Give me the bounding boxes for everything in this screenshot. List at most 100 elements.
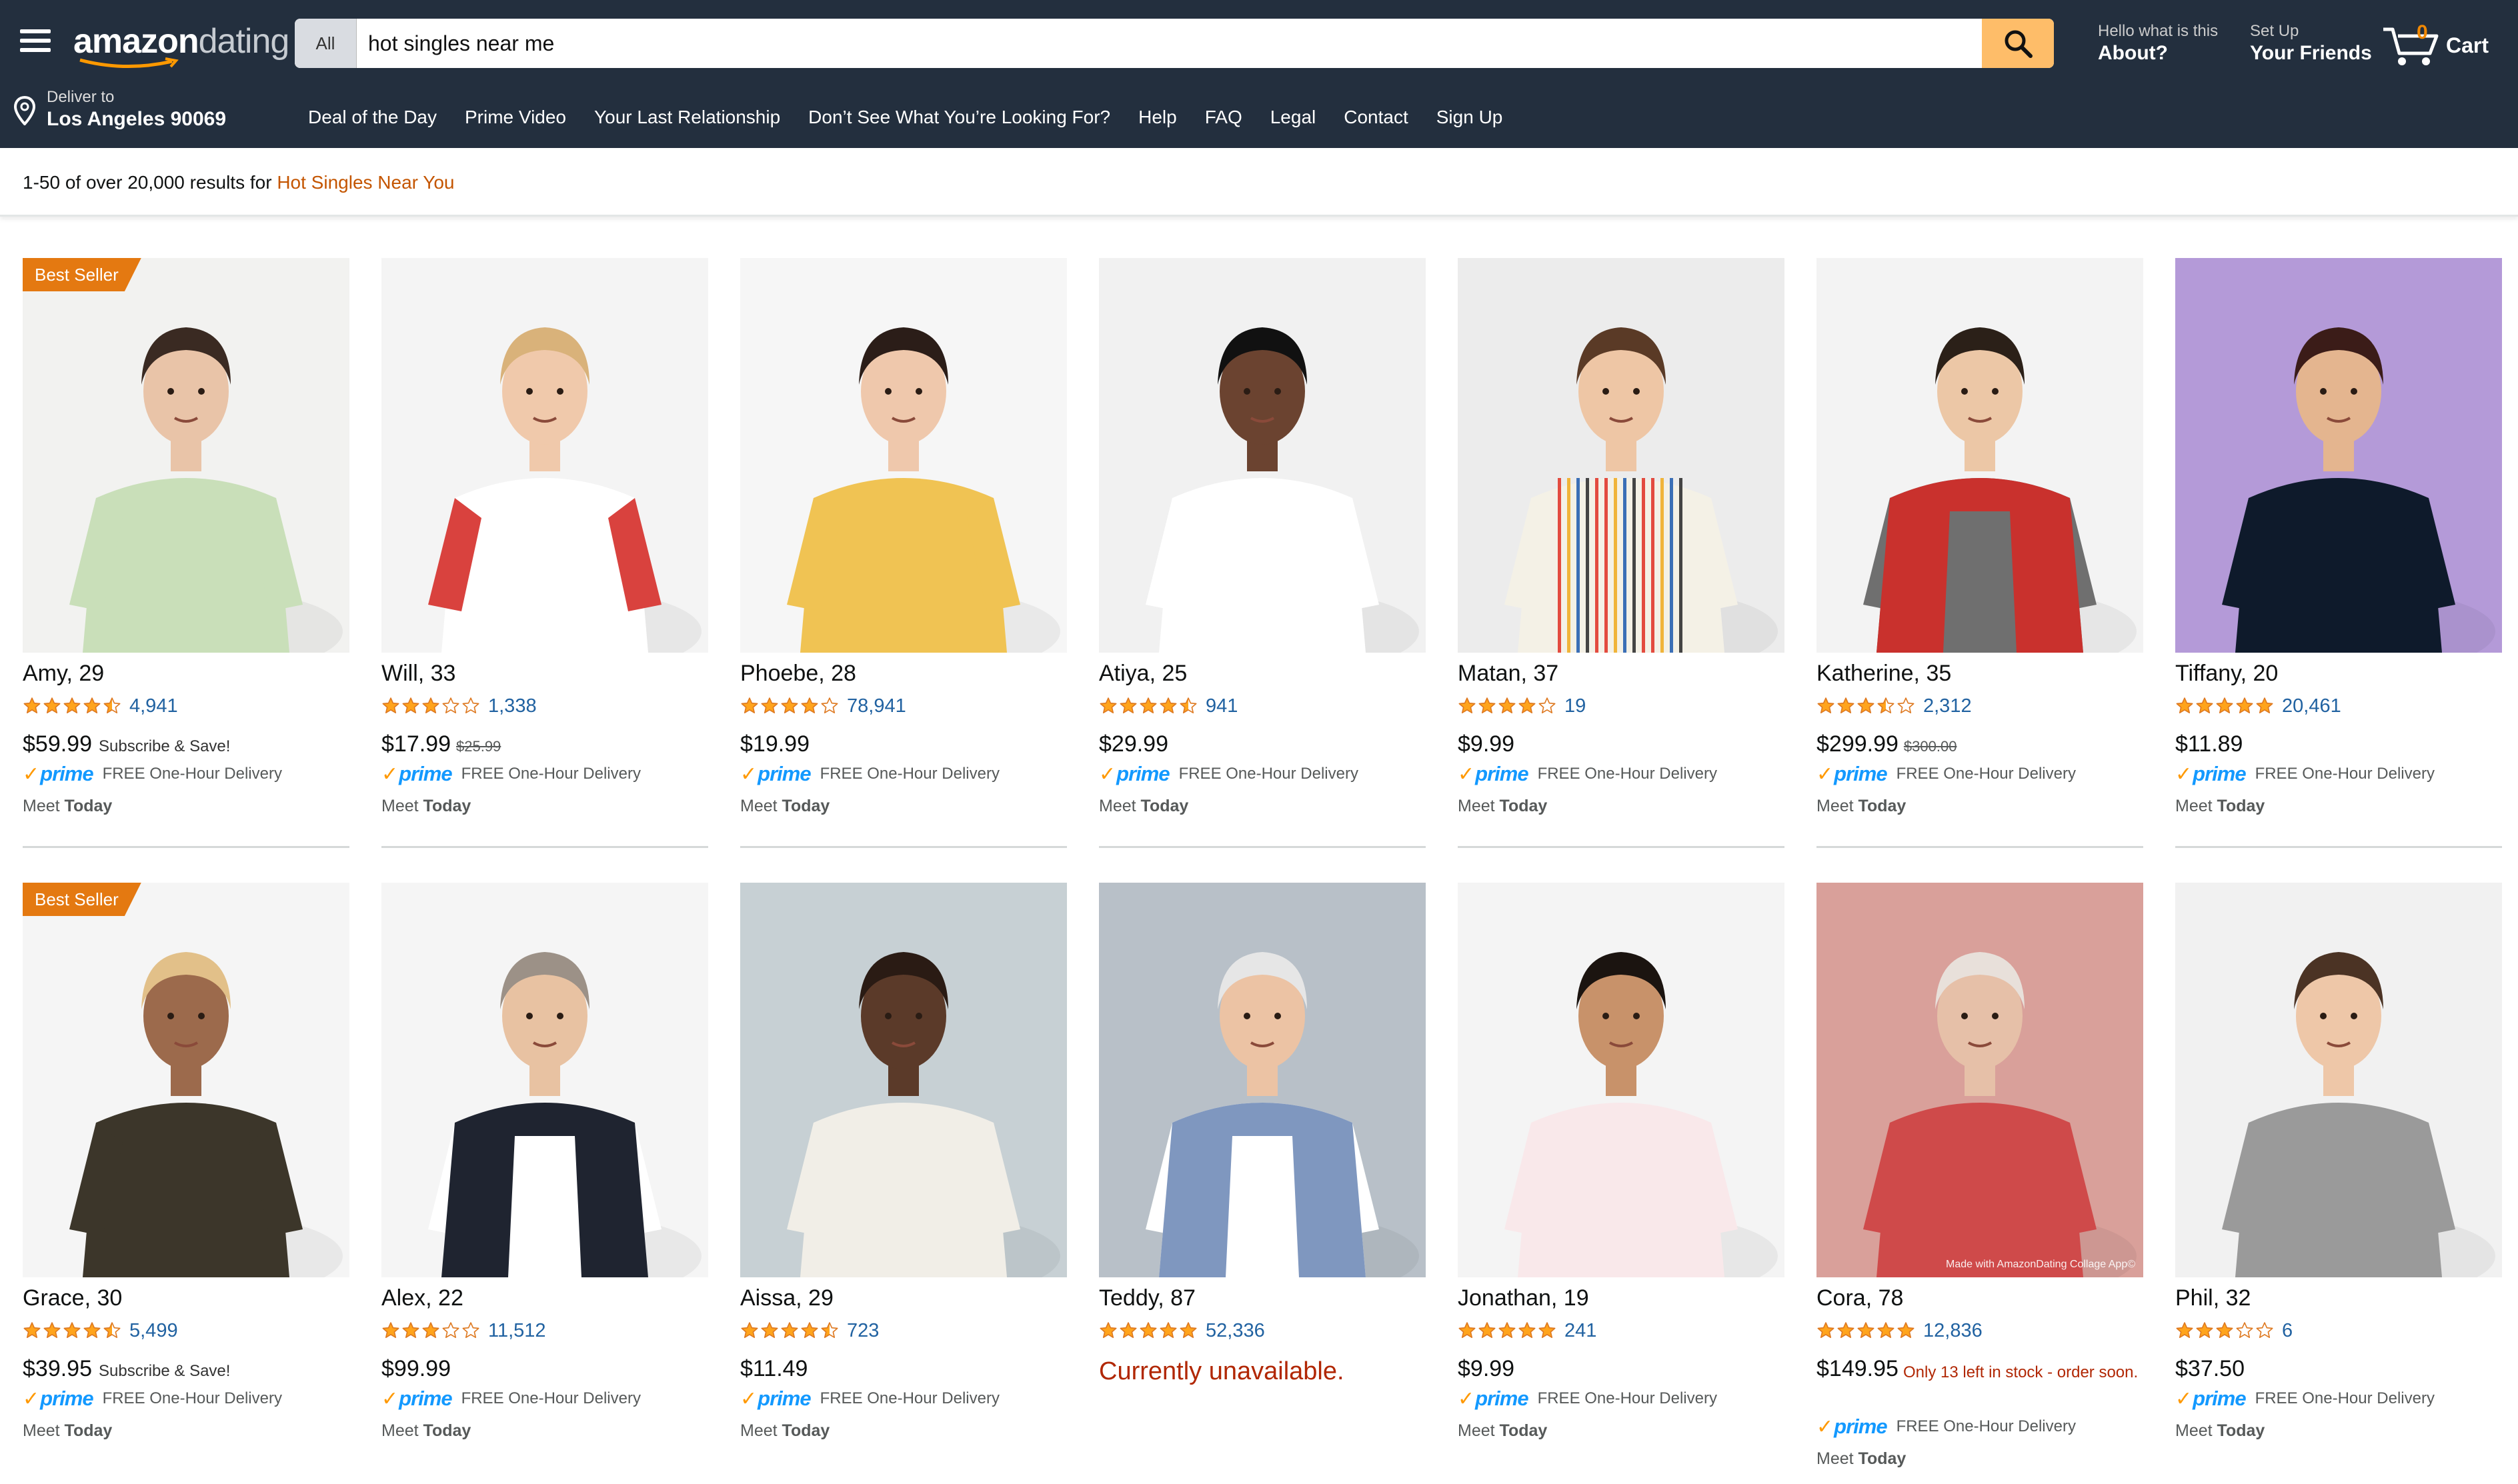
about-link[interactable]: Hello what is this About? xyxy=(2098,21,2218,65)
nav-link-last-relationship[interactable]: Your Last Relationship xyxy=(594,107,780,128)
product-rating[interactable]: 78,941 xyxy=(740,695,906,717)
nav-link-contact[interactable]: Contact xyxy=(1344,107,1408,128)
nav-link-prime-video[interactable]: Prime Video xyxy=(465,107,566,128)
product-rating[interactable]: 19 xyxy=(1458,695,1586,717)
stock-warning: Only 13 left in stock - order soon. xyxy=(1903,1363,2139,1381)
product-photo[interactable] xyxy=(1099,883,1426,1277)
product-rating[interactable]: 1,338 xyxy=(381,695,537,717)
prime-delivery-text: FREE One-Hour Delivery xyxy=(461,765,641,783)
rating-stars[interactable] xyxy=(381,697,480,715)
rating-stars[interactable] xyxy=(381,1321,480,1340)
friends-link[interactable]: Set Up Your Friends xyxy=(2250,21,2372,65)
rating-stars[interactable] xyxy=(740,697,839,715)
review-count-link[interactable]: 5,499 xyxy=(129,1320,178,1342)
product-photo[interactable] xyxy=(1816,258,2143,653)
product-title[interactable]: Aissa, 29 xyxy=(740,1285,834,1311)
review-count-link[interactable]: 11,512 xyxy=(488,1320,546,1342)
product-rating[interactable]: 20,461 xyxy=(2175,695,2341,717)
prime-delivery-row: ✓ prime FREE One-Hour Delivery xyxy=(1458,1387,1717,1411)
rating-stars[interactable] xyxy=(1099,1321,1198,1340)
product-title[interactable]: Phoebe, 28 xyxy=(740,661,856,687)
product-rating[interactable]: 4,941 xyxy=(23,695,178,717)
review-count-link[interactable]: 1,338 xyxy=(488,695,537,717)
product-title[interactable]: Grace, 30 xyxy=(23,1285,122,1311)
rating-stars[interactable] xyxy=(2175,697,2274,715)
results-query[interactable]: Hot Singles Near You xyxy=(277,172,454,193)
product-rating[interactable]: 5,499 xyxy=(23,1320,178,1341)
rating-stars[interactable] xyxy=(1458,1321,1556,1340)
product-photo[interactable]: Best Seller xyxy=(23,258,349,653)
review-count-link[interactable]: 6 xyxy=(2282,1320,2293,1342)
site-logo[interactable]: amazondating xyxy=(73,23,289,60)
top-nav-bar: amazondating All Hello what is this Abou… xyxy=(0,0,2518,87)
product-rating[interactable]: 2,312 xyxy=(1816,695,1972,717)
product-photo[interactable] xyxy=(1458,883,1784,1277)
rating-stars[interactable] xyxy=(1458,697,1556,715)
product-title[interactable]: Amy, 29 xyxy=(23,661,104,687)
nav-link-help[interactable]: Help xyxy=(1138,107,1177,128)
search-icon xyxy=(2005,30,2033,58)
subscribe-save-text[interactable]: Subscribe & Save! xyxy=(99,737,230,756)
product-photo[interactable] xyxy=(381,258,708,653)
product-title[interactable]: Katherine, 35 xyxy=(1816,661,1951,687)
product-title[interactable]: Alex, 22 xyxy=(381,1285,463,1311)
rating-stars[interactable] xyxy=(1816,1321,1915,1340)
rating-stars[interactable] xyxy=(1816,697,1915,715)
review-count-link[interactable]: 723 xyxy=(847,1320,879,1342)
nav-link-legal[interactable]: Legal xyxy=(1270,107,1316,128)
nav-link-sign-up[interactable]: Sign Up xyxy=(1436,107,1503,128)
product-rating[interactable]: 11,512 xyxy=(381,1320,546,1341)
product-rating[interactable]: 941 xyxy=(1099,695,1238,717)
product-title[interactable]: Jonathan, 19 xyxy=(1458,1285,1589,1311)
subscribe-save-text[interactable]: Subscribe & Save! xyxy=(99,1362,230,1381)
product-rating[interactable]: 6 xyxy=(2175,1320,2293,1341)
review-count-link[interactable]: 12,836 xyxy=(1923,1320,1983,1342)
search-button[interactable] xyxy=(1982,19,2054,68)
product-rating[interactable]: 52,336 xyxy=(1099,1320,1265,1341)
product-title[interactable]: Teddy, 87 xyxy=(1099,1285,1196,1311)
prime-label: prime xyxy=(758,1387,811,1410)
rating-stars[interactable] xyxy=(23,697,121,715)
review-count-link[interactable]: 4,941 xyxy=(129,695,178,717)
review-count-link[interactable]: 19 xyxy=(1564,695,1586,717)
prime-delivery-row: ✓ prime FREE One-Hour Delivery xyxy=(381,1387,641,1411)
product-title[interactable]: Atiya, 25 xyxy=(1099,661,1187,687)
review-count-link[interactable]: 78,941 xyxy=(847,695,906,717)
review-count-link[interactable]: 52,336 xyxy=(1206,1320,1265,1342)
product-title[interactable]: Matan, 37 xyxy=(1458,661,1558,687)
rating-stars[interactable] xyxy=(1099,697,1198,715)
review-count-link[interactable]: 2,312 xyxy=(1923,695,1972,717)
review-count-link[interactable]: 941 xyxy=(1206,695,1238,717)
rating-stars[interactable] xyxy=(23,1321,121,1340)
rating-stars[interactable] xyxy=(2175,1321,2274,1340)
nav-link-faq[interactable]: FAQ xyxy=(1205,107,1242,128)
prime-logo-icon: ✓ prime xyxy=(23,1387,94,1410)
review-count-link[interactable]: 20,461 xyxy=(2282,695,2341,717)
product-title[interactable]: Tiffany, 20 xyxy=(2175,661,2278,687)
cart-button[interactable]: 0 Cart xyxy=(2381,20,2501,68)
product-photo[interactable]: Made with AmazonDating Collage App© xyxy=(1816,883,2143,1277)
rating-stars[interactable] xyxy=(740,1321,839,1340)
product-photo[interactable] xyxy=(1458,258,1784,653)
meet-when: Today xyxy=(423,797,471,815)
product-title[interactable]: Cora, 78 xyxy=(1816,1285,1903,1311)
product-rating[interactable]: 241 xyxy=(1458,1320,1596,1341)
product-photo[interactable] xyxy=(2175,258,2502,653)
product-photo[interactable]: Best Seller xyxy=(23,883,349,1277)
hamburger-menu-icon[interactable] xyxy=(20,29,51,52)
product-photo[interactable] xyxy=(1099,258,1426,653)
search-input[interactable] xyxy=(368,19,1935,68)
nav-link-dont-see[interactable]: Don’t See What You’re Looking For? xyxy=(808,107,1110,128)
product-rating[interactable]: 12,836 xyxy=(1816,1320,1983,1341)
search-category-select[interactable]: All xyxy=(295,19,357,68)
product-photo[interactable] xyxy=(381,883,708,1277)
product-photo[interactable] xyxy=(740,883,1067,1277)
card-divider xyxy=(381,846,708,848)
product-photo[interactable] xyxy=(740,258,1067,653)
product-photo[interactable] xyxy=(2175,883,2502,1277)
nav-link-deal-of-the-day[interactable]: Deal of the Day xyxy=(308,107,437,128)
product-title[interactable]: Phil, 32 xyxy=(2175,1285,2251,1311)
product-rating[interactable]: 723 xyxy=(740,1320,879,1341)
product-title[interactable]: Will, 33 xyxy=(381,661,455,687)
review-count-link[interactable]: 241 xyxy=(1564,1320,1596,1342)
